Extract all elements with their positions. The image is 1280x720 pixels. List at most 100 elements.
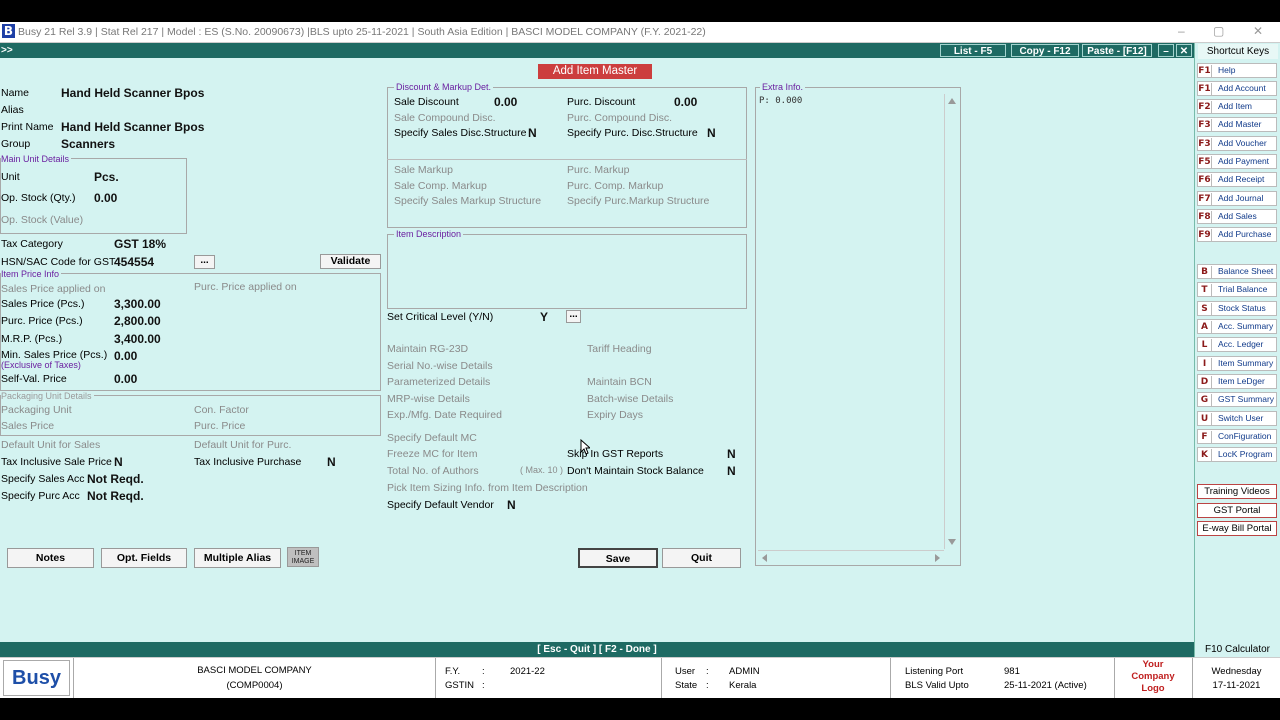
form-close-icon[interactable]: ✕: [1176, 44, 1192, 57]
group-field[interactable]: Scanners: [61, 137, 115, 151]
maximize-icon[interactable]: ▢: [1213, 24, 1224, 38]
unit-label: Unit: [1, 171, 20, 183]
shortcut-item-summary[interactable]: I Item Summary: [1197, 356, 1277, 371]
shortcut-balance-sheet[interactable]: B Balance Sheet: [1197, 264, 1277, 279]
state-value: Kerala: [729, 680, 757, 691]
form-minimize-icon[interactable]: –: [1158, 44, 1174, 57]
shortcut-help[interactable]: F1 Help: [1197, 63, 1277, 78]
shortcut-gst-summary[interactable]: G GST Summary: [1197, 392, 1277, 407]
shortcut-add-receipt[interactable]: F6 Add Receipt: [1197, 172, 1277, 187]
tax-incl-purc-field[interactable]: N: [327, 455, 336, 469]
hsn-field[interactable]: 454554: [114, 255, 154, 269]
discount-title: Discount & Markup Det.: [394, 82, 494, 92]
company-cell: BASCI MODEL COMPANY (COMP0004): [74, 658, 436, 699]
tax-incl-sale-label: Tax Inclusive Sale Price: [1, 456, 112, 468]
shortcut-lock-program[interactable]: K LocK Program: [1197, 447, 1277, 462]
user-sep: :: [706, 666, 709, 677]
purc-price-field[interactable]: 2,800.00: [114, 314, 161, 328]
default-vendor-field[interactable]: N: [507, 498, 516, 512]
default-vendor-label: Specify Default Vendor: [387, 499, 494, 511]
date-cell: Wednesday 17-11-2021: [1193, 658, 1280, 699]
shortcut-add-payment[interactable]: F5 Add Payment: [1197, 154, 1277, 169]
purc-disc-struct-field[interactable]: N: [707, 126, 716, 140]
con-factor-label: Con. Factor: [194, 404, 249, 416]
opstock-value-label: Op. Stock (Value): [1, 214, 84, 226]
selfval-field[interactable]: 0.00: [114, 372, 137, 386]
item-description-box[interactable]: [387, 234, 747, 309]
save-button[interactable]: Save: [578, 548, 658, 568]
sales-price-field[interactable]: 3,300.00: [114, 297, 161, 311]
shortcut-key: D: [1198, 376, 1212, 389]
gst-portal-button[interactable]: GST Portal: [1197, 503, 1277, 518]
shortcut-add-purchase[interactable]: F9 Add Purchase: [1197, 227, 1277, 242]
extra-info-title: Extra Info.: [760, 82, 806, 92]
tariff-label: Tariff Heading: [587, 343, 652, 355]
close-icon[interactable]: ✕: [1253, 24, 1263, 38]
opstock-qty-field[interactable]: 0.00: [94, 191, 117, 205]
validate-button[interactable]: Validate: [320, 254, 381, 269]
multiple-alias-button[interactable]: Multiple Alias: [194, 548, 281, 568]
shortcut-add-journal[interactable]: F7 Add Journal: [1197, 191, 1277, 206]
sizing-label: Pick Item Sizing Info. from Item Descrip…: [387, 482, 588, 494]
sale-markup-label: Sale Markup: [394, 164, 453, 176]
stock-balance-field[interactable]: N: [727, 464, 736, 478]
toolbar: >> List - F5 Copy - F12 Paste - [F12] – …: [0, 43, 1194, 58]
print-name-field[interactable]: Hand Held Scanner Bpos: [61, 120, 204, 134]
extra-vscrollbar[interactable]: [944, 94, 958, 549]
list-button[interactable]: List - F5: [940, 44, 1006, 57]
hsn-more-button[interactable]: ...: [194, 255, 215, 269]
shortcut-add-master[interactable]: F3 Add Master: [1197, 117, 1277, 132]
shortcut-label: Add Payment: [1218, 156, 1270, 166]
extra-hscrollbar[interactable]: [758, 550, 944, 564]
sales-disc-struct-field[interactable]: N: [528, 126, 537, 140]
paste-button[interactable]: Paste - [F12]: [1082, 44, 1152, 57]
expmfg-label: Exp./Mfg. Date Required: [387, 409, 502, 421]
expand-button[interactable]: >>: [0, 44, 14, 57]
stock-balance-label: Don't Maintain Stock Balance: [567, 465, 704, 477]
shortcut-label: Item LeDger: [1218, 376, 1265, 386]
item-image-button[interactable]: ITEM IMAGE: [287, 547, 319, 567]
purc-price-label: Purc. Price (Pcs.): [1, 315, 83, 327]
shortcut-acc-summary[interactable]: A Acc. Summary: [1197, 319, 1277, 334]
shortcut-acc-ledger[interactable]: L Acc. Ledger: [1197, 337, 1277, 352]
quit-button[interactable]: Quit: [662, 548, 741, 568]
skip-gst-field[interactable]: N: [727, 447, 736, 461]
sale-compound-label: Sale Compound Disc.: [394, 112, 496, 124]
critical-level-field[interactable]: Y: [540, 310, 548, 324]
name-field[interactable]: Hand Held Scanner Bpos: [61, 86, 204, 100]
sales-price-label: Sales Price (Pcs.): [1, 298, 85, 310]
shortcut-trial-balance[interactable]: T Trial Balance: [1197, 282, 1277, 297]
notes-button[interactable]: Notes: [7, 548, 94, 568]
company-name: BASCI MODEL COMPANY: [197, 665, 312, 676]
min-sales-field[interactable]: 0.00: [114, 349, 137, 363]
minimize-icon[interactable]: –: [1178, 24, 1185, 38]
shortcut-key: F: [1198, 431, 1212, 444]
calculator-button[interactable]: F10 Calculator: [1194, 642, 1280, 657]
shortcut-key: S: [1198, 303, 1212, 316]
extra-info-box[interactable]: [755, 87, 961, 566]
critical-more-button[interactable]: ...: [566, 310, 581, 323]
purc-discount-field[interactable]: 0.00: [674, 95, 697, 109]
eway-bill-button[interactable]: E-way Bill Portal: [1197, 521, 1277, 536]
tax-incl-sale-field[interactable]: N: [114, 455, 123, 469]
sale-discount-field[interactable]: 0.00: [494, 95, 517, 109]
shortcut-label: Add Journal: [1218, 193, 1264, 203]
tax-category-field[interactable]: GST 18%: [114, 237, 166, 251]
mrp-field[interactable]: 3,400.00: [114, 332, 161, 346]
freeze-mc-label: Freeze MC for Item: [387, 448, 478, 460]
shortcut-add-item[interactable]: F2 Add Item: [1197, 99, 1277, 114]
sales-acc-field[interactable]: Not Reqd.: [87, 472, 144, 486]
valid-label: BLS Valid Upto: [905, 680, 969, 691]
shortcut-configuration[interactable]: F ConFiguration: [1197, 429, 1277, 444]
opt-fields-button[interactable]: Opt. Fields: [101, 548, 187, 568]
shortcut-add-voucher[interactable]: F3 Add Voucher: [1197, 136, 1277, 151]
shortcut-add-account[interactable]: F1 Add Account: [1197, 81, 1277, 96]
shortcut-item-ledger[interactable]: D Item LeDger: [1197, 374, 1277, 389]
training-videos-button[interactable]: Training Videos: [1197, 484, 1277, 499]
shortcut-switch-user[interactable]: U Switch User: [1197, 411, 1277, 426]
unit-field[interactable]: Pcs.: [94, 170, 119, 184]
shortcut-add-sales[interactable]: F8 Add Sales: [1197, 209, 1277, 224]
copy-button[interactable]: Copy - F12: [1011, 44, 1079, 57]
purc-acc-field[interactable]: Not Reqd.: [87, 489, 144, 503]
shortcut-stock-status[interactable]: S Stock Status: [1197, 301, 1277, 316]
